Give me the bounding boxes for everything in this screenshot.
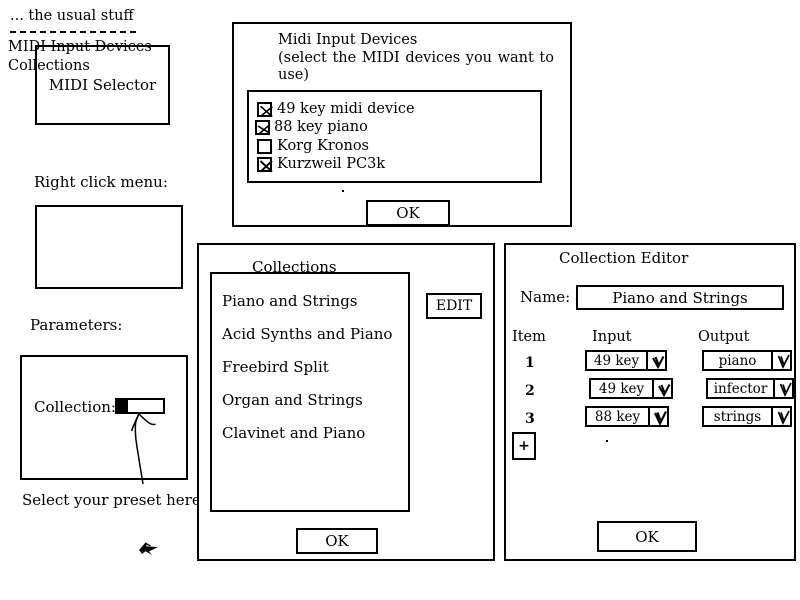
output-dropdown-value: strings bbox=[702, 406, 773, 427]
edit-button-label: EDIT bbox=[435, 298, 473, 314]
checkbox-empty-icon[interactable] bbox=[257, 138, 272, 154]
input-dropdown[interactable]: 49 key bbox=[585, 350, 667, 371]
input-dropdown-value: 49 key bbox=[589, 378, 654, 399]
input-dropdown-value: 49 key bbox=[585, 350, 648, 371]
item-number: 2 bbox=[525, 383, 535, 399]
preset-hint-text: Select your preset here bbox=[22, 491, 201, 509]
midi-selector-window[interactable]: MIDI Selector bbox=[35, 45, 170, 125]
device-label: 49 key midi device bbox=[277, 100, 415, 117]
ink-speck bbox=[342, 190, 344, 192]
name-input[interactable]: Piano and Strings bbox=[576, 285, 784, 310]
column-header-output: Output bbox=[698, 329, 750, 345]
column-header-item: Item bbox=[512, 329, 546, 345]
output-dropdown[interactable]: strings bbox=[702, 406, 792, 427]
chevron-down-icon[interactable] bbox=[648, 406, 669, 427]
device-label: 88 key piano bbox=[274, 118, 368, 135]
list-item[interactable]: Organ and Strings bbox=[222, 393, 363, 408]
menu-item-usual-stuff[interactable]: ... the usual stuff bbox=[10, 9, 134, 24]
chevron-down-icon[interactable] bbox=[652, 378, 673, 399]
output-dropdown-value: piano bbox=[702, 350, 773, 371]
parameters-caption: Parameters: bbox=[30, 316, 123, 334]
list-item[interactable]: Piano and Strings bbox=[222, 294, 358, 309]
output-dropdown[interactable]: piano bbox=[702, 350, 792, 371]
edit-button[interactable]: EDIT bbox=[426, 293, 482, 319]
right-click-menu-caption: Right click menu: bbox=[34, 173, 168, 191]
midi-dialog-ok-button[interactable]: OK bbox=[366, 200, 450, 226]
output-dropdown-value: infector bbox=[706, 378, 775, 399]
midi-input-devices-subtitle: (select the MIDI devices you want to use… bbox=[278, 50, 554, 83]
collection-field-label: Collection: bbox=[34, 398, 116, 416]
list-item[interactable]: Clavinet and Piano bbox=[222, 426, 365, 441]
chevron-down-icon[interactable] bbox=[771, 350, 792, 371]
column-header-input: Input bbox=[592, 329, 632, 345]
editor-ok-label: OK bbox=[635, 527, 659, 546]
device-row[interactable]: 49 key midi device bbox=[257, 100, 415, 118]
device-label: Korg Kronos bbox=[277, 137, 369, 154]
chevron-down-icon[interactable] bbox=[646, 350, 667, 371]
input-dropdown-value: 88 key bbox=[585, 406, 650, 427]
device-row[interactable]: Korg Kronos bbox=[257, 137, 369, 155]
collections-ok-button[interactable]: OK bbox=[296, 528, 378, 554]
checkbox-x-icon[interactable] bbox=[255, 119, 271, 135]
midi-selector-title: MIDI Selector bbox=[48, 76, 157, 94]
collections-listbox[interactable]: Piano and Strings Acid Synths and Piano … bbox=[210, 272, 410, 512]
midi-device-listbox[interactable]: 49 key midi device 88 key piano Korg Kro… bbox=[247, 90, 542, 183]
dropdown-swatch-icon bbox=[117, 400, 128, 412]
name-field-label: Name: bbox=[520, 288, 571, 306]
output-dropdown[interactable]: infector bbox=[706, 378, 794, 399]
device-label: Kurzweil PC3k bbox=[277, 155, 386, 172]
item-number: 1 bbox=[525, 355, 535, 371]
editor-ok-button[interactable]: OK bbox=[597, 521, 697, 552]
input-dropdown[interactable]: 49 key bbox=[589, 378, 673, 399]
chevron-down-icon[interactable] bbox=[771, 406, 792, 427]
name-input-value: Piano and Strings bbox=[612, 288, 748, 307]
collection-editor-title: Collection Editor bbox=[559, 249, 689, 267]
hand-drawn-arrow-icon bbox=[128, 410, 176, 492]
collections-ok-label: OK bbox=[325, 532, 349, 550]
menu-divider bbox=[10, 31, 136, 33]
midi-input-devices-title: Midi Input Devices bbox=[278, 32, 418, 48]
menu-item-collections[interactable]: Collections bbox=[8, 59, 90, 74]
ink-speck bbox=[606, 440, 608, 442]
midi-dialog-ok-label: OK bbox=[396, 204, 420, 222]
device-row[interactable]: Kurzweil PC3k bbox=[257, 155, 385, 173]
item-number: 3 bbox=[525, 411, 535, 427]
menu-item-midi-input-devices[interactable]: MIDI Input Devices bbox=[8, 40, 152, 55]
chevron-down-icon[interactable] bbox=[773, 378, 794, 399]
right-click-menu bbox=[35, 205, 183, 289]
checkbox-x-icon[interactable] bbox=[257, 156, 273, 172]
add-item-button[interactable]: + bbox=[512, 432, 536, 460]
mouse-cursor-icon bbox=[137, 538, 163, 562]
list-item[interactable]: Acid Synths and Piano bbox=[222, 327, 392, 342]
device-row[interactable]: 88 key piano bbox=[255, 118, 368, 136]
list-item[interactable]: Freebird Split bbox=[222, 360, 329, 375]
input-dropdown[interactable]: 88 key bbox=[585, 406, 669, 427]
add-item-label: + bbox=[518, 438, 530, 454]
checkbox-x-icon[interactable] bbox=[257, 101, 273, 117]
